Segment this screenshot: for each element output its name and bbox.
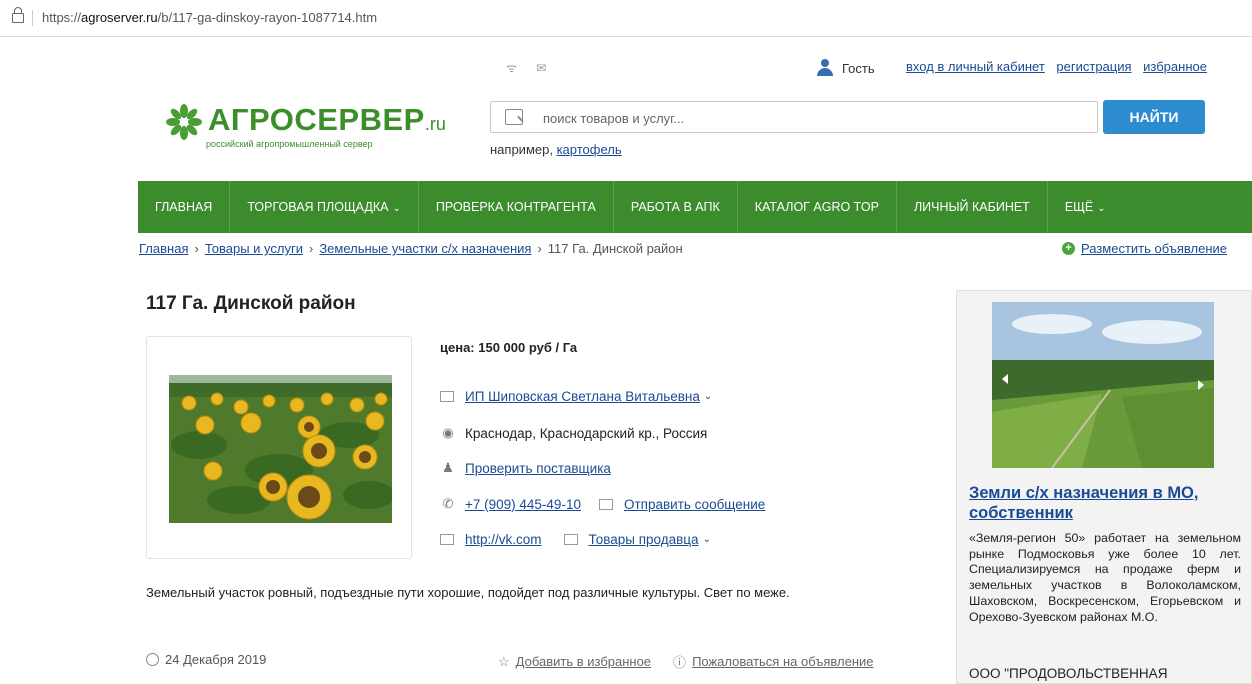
user-icon	[816, 59, 834, 77]
add-favorite-action[interactable]: ☆ Добавить в избранное	[498, 654, 651, 670]
contact-row: ✆ +7 (909) 445-49-10 Отправить сообщение	[440, 496, 766, 512]
breadcrumb-home[interactable]: Главная	[139, 241, 188, 256]
chevron-down-icon[interactable]: ⌄	[704, 391, 712, 402]
seller-link[interactable]: ИП Шиповская Светлана Витальевна	[465, 389, 700, 404]
list-icon	[563, 534, 578, 545]
envelope-icon	[598, 498, 613, 510]
login-link[interactable]: вход в личный кабинет	[906, 59, 1045, 74]
chevron-down-icon: ⌄	[1097, 203, 1106, 214]
check-supplier-row: ♟ Проверить поставщика	[440, 460, 611, 476]
nav-item-account[interactable]: ЛИЧНЫЙ КАБИНЕТ	[897, 181, 1048, 233]
website-link[interactable]: http://vk.com	[465, 532, 542, 547]
nav-label: ЕЩЁ	[1064, 200, 1094, 214]
nav-item-jobs[interactable]: РАБОТА В АПК	[614, 181, 738, 233]
favorites-link[interactable]: избранное	[1143, 59, 1207, 74]
search-example: например, картофель	[490, 142, 622, 157]
nav-label: КАТАЛОГ AGRO TOP	[754, 200, 879, 214]
breadcrumb-separator: ›	[308, 241, 314, 256]
sitemap-mail-icons[interactable]: ᯤ ✉	[506, 59, 554, 76]
breadcrumb-current: 117 Га. Динской район	[547, 241, 683, 256]
search-input[interactable]	[541, 108, 1085, 128]
listing-description: Земельный участок ровный, подъездные пут…	[146, 585, 790, 600]
guest-indicator: Гость	[816, 59, 875, 77]
guest-label: Гость	[842, 60, 875, 76]
logo-tagline: российский агропромышленный сервер	[206, 139, 373, 149]
listing-actions: ☆ Добавить в избранное ⓘ Пожаловаться на о…	[498, 652, 896, 671]
post-ad-link[interactable]: + Разместить объявление	[1062, 241, 1227, 256]
search-icon	[505, 109, 523, 125]
chevron-down-icon[interactable]: ⌄	[703, 534, 711, 545]
seller-row: ИП Шиповская Светлана Витальевна ⌄	[440, 389, 712, 404]
listing-price: цена: 150 000 руб / Га	[440, 340, 578, 355]
sunflower-field-image	[169, 375, 392, 523]
report-link[interactable]: Пожаловаться на объявление	[692, 654, 873, 669]
location-text: Краснодар, Краснодарский кр., Россия	[465, 425, 708, 441]
nav-label: ЛИЧНЫЙ КАБИНЕТ	[913, 200, 1030, 214]
plus-icon: +	[1062, 242, 1075, 255]
breadcrumb: Главная › Товары и услуги › Земельные участк…	[139, 241, 683, 256]
phone-icon: ✆	[442, 496, 454, 511]
nav-item-counterparty-check[interactable]: ПРОВЕРКА КОНТРАГЕНТА	[419, 181, 614, 233]
logo-wordmark: АГРОСЕРВЕР.ru	[208, 102, 446, 138]
nav-label: ГЛАВНАЯ	[155, 200, 213, 214]
lock-icon	[12, 7, 24, 23]
url-scheme: https://	[42, 10, 82, 25]
search-button[interactable]: НАЙТИ	[1103, 100, 1205, 134]
url-domain: agroserver.ru	[81, 10, 158, 25]
listing-date: 24 Декабря 2019	[146, 652, 266, 667]
report-action[interactable]: ⓘ Пожаловаться на объявление	[673, 652, 873, 671]
sidebar-ad[interactable]: Земли с/х назначения в МО, собственник «…	[956, 290, 1252, 684]
warning-icon: ⓘ	[673, 655, 687, 670]
star-icon: ☆	[498, 653, 510, 669]
register-link[interactable]: регистрация	[1056, 59, 1131, 74]
chevron-down-icon: ⌄	[392, 203, 401, 214]
id-card-icon	[440, 391, 454, 402]
breadcrumb-goods[interactable]: Товары и услуги	[205, 241, 303, 256]
nav-label: ТОРГОВАЯ ПЛОЩАДКА	[247, 200, 389, 214]
location-pin-icon: ◉	[442, 425, 454, 440]
browser-window-icon	[440, 534, 454, 545]
account-links: вход в личный кабинет регистрация избран…	[906, 59, 1215, 74]
location-row: ◉ Краснодар, Краснодарский кр., Россия	[440, 425, 707, 441]
ad-title[interactable]: Земли с/х назначения в МО, собственник	[969, 483, 1241, 523]
breadcrumb-separator: ›	[537, 241, 542, 256]
address-divider	[32, 10, 33, 26]
breadcrumb-land[interactable]: Земельные участки с/х назначения	[319, 241, 531, 256]
logo-name: АГРОСЕРВЕР	[208, 102, 425, 137]
nav-item-catalog[interactable]: КАТАЛОГ AGRO TOP	[738, 181, 897, 233]
url-text[interactable]: https://agroserver.ru/b/117-ga-dinskoy-r…	[42, 10, 377, 25]
listing-photo-card[interactable]	[146, 336, 412, 559]
seller-goods-link[interactable]: Товары продавца	[589, 532, 699, 547]
page-title: 117 Га. Динской район	[146, 293, 356, 314]
post-ad-label[interactable]: Разместить объявление	[1081, 241, 1227, 256]
nav-label: РАБОТА В АПК	[630, 200, 720, 214]
clock-icon	[146, 653, 159, 666]
main-nav: ГЛАВНАЯ ТОРГОВАЯ ПЛОЩАДКА ⌄ ПРОВЕРКА КОНТ…	[138, 181, 1252, 233]
website-row: http://vk.com Товары продавца ⌄	[440, 532, 711, 547]
browser-address-bar[interactable]: https://agroserver.ru/b/117-ga-dinskoy-r…	[0, 0, 1252, 37]
check-supplier-link[interactable]: Проверить поставщика	[465, 461, 611, 476]
example-link[interactable]: картофель	[557, 142, 622, 157]
url-path: /b/117-ga-dinskoy-rayon-1087714.htm	[157, 10, 378, 25]
phone-link[interactable]: +7 (909) 445-49-10	[465, 497, 581, 512]
person-check-icon: ♟	[442, 460, 454, 475]
ad-text: «Земля-регион 50» работает на земельном …	[969, 531, 1241, 624]
ad-company: ООО "ПРОДОВОЛЬСТВЕННАЯ	[969, 666, 1168, 681]
nav-item-home[interactable]: ГЛАВНАЯ	[138, 181, 231, 233]
flower-logo-icon	[166, 104, 202, 140]
nav-label: ПРОВЕРКА КОНТРАГЕНТА	[435, 200, 596, 214]
search-box[interactable]	[490, 101, 1098, 133]
add-favorite-link[interactable]: Добавить в избранное	[516, 654, 651, 669]
nav-item-more[interactable]: ЕЩЁ ⌄	[1048, 181, 1123, 233]
example-prefix: например,	[490, 142, 557, 157]
date-text: 24 Декабря 2019	[165, 652, 267, 667]
logo-suffix: .ru	[424, 114, 446, 134]
send-message-link[interactable]: Отправить сообщение	[624, 497, 765, 512]
ad-aerial-field-image[interactable]	[992, 302, 1214, 468]
breadcrumb-separator: ›	[194, 241, 199, 256]
nav-item-marketplace[interactable]: ТОРГОВАЯ ПЛОЩАДКА ⌄	[230, 181, 419, 233]
